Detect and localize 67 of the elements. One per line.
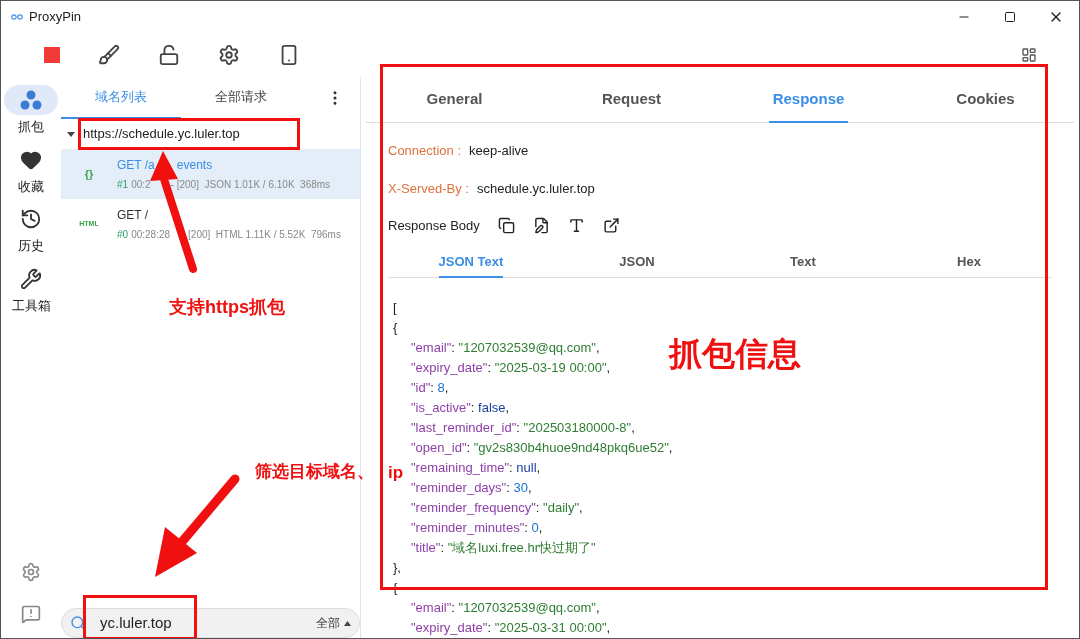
json-line: "reminder_frequency": "daily", [411,498,583,517]
list-tab[interactable]: 全部请求 [181,77,301,119]
search-input[interactable]: yc.luler.top [100,611,210,635]
header-name: X-Served-By : [388,179,469,198]
json-line: "is_active": false, [411,398,510,417]
maximize-icon [1004,11,1016,23]
json-brace: { [393,318,398,337]
filter-dropdown[interactable]: 全部 [316,614,351,632]
body-tab[interactable]: JSON [619,247,655,278]
detail-tab[interactable]: General [422,77,487,123]
annotation-text: ip [388,462,404,484]
header-name: Connection : [388,142,461,160]
request-title: GET /a [117,157,155,174]
header-value: schedule.yc.luler.top [476,179,595,198]
dots-icon [20,90,42,110]
json-brace: }, [393,558,401,577]
settings-icon[interactable] [218,44,240,66]
json-line: "expiry_date": "2025-03-19 00:00", [411,358,611,377]
unlock-icon[interactable] [158,44,180,66]
request-meta: 00:28:28 [131,228,171,242]
request-title: GET / [117,207,149,224]
list-tab[interactable]: 域名列表 [61,77,181,119]
body-tab[interactable]: Text [790,247,816,278]
json-line: "reminder_minutes": 0, [411,518,543,537]
search-icon [70,615,86,631]
nav-item[interactable]: 收藏 [4,144,58,196]
annotation-text: 抓包信息 [669,334,801,374]
json-line: "last_reminder_id": "202503180000-8", [411,418,635,437]
detail-tab[interactable]: Request [597,77,666,123]
json-line: "remaining_time": null, [411,458,541,477]
feedback-icon[interactable] [21,604,41,624]
json-line: "id": 8, [411,378,449,397]
json-line: "expiry_date": "2025-03-31 00:00", [411,618,611,637]
caret-up-icon [344,620,351,626]
open-external-icon[interactable] [602,217,620,235]
request-number: #0 [117,228,129,242]
header-value: keep-alive [469,142,529,160]
body-tab[interactable]: Hex [957,247,981,278]
json-line: "email": "1207032539@qq.com", [411,598,600,617]
request-meta: [200] HTML 1.11K / 5.52K 796ms [188,228,341,242]
request-meta: 00:2 [131,178,151,192]
json-line: "title": "域名luxi.free.hr快过期了" [411,538,596,557]
caret-icon[interactable] [67,130,75,138]
request-meta: - [200] JSON 1.01K / 6.10K 368ms [170,178,331,192]
detail-tab[interactable]: Cookies [952,77,1019,123]
json-line: "email": "1207032539@qq.com", [411,338,600,357]
request-title: events [176,157,213,174]
request-number: #1 [117,178,129,192]
domain-url[interactable]: https://schedule.yc.luler.top [83,124,240,144]
annotation-text: 支持https抓包 [169,296,285,319]
text-format-icon[interactable] [567,217,585,235]
search-field[interactable]: yc.luler.top 全部 [61,608,360,638]
file-type-icon: {} [84,165,94,183]
app-logo-icon [11,14,23,20]
history-icon [20,208,42,230]
layout-icon[interactable] [1021,47,1037,63]
copy-icon[interactable] [497,217,515,235]
tools-icon [20,267,42,290]
json-line: "reminder_days": 30, [411,478,532,497]
json-brace: [ [393,298,397,317]
annotation-text: 筛选目标域名、 [255,461,374,483]
edit-icon[interactable] [532,217,550,235]
window-title: ProxyPin [29,8,82,27]
body-label: Response Body [388,217,480,235]
nav-item[interactable]: 历史 [4,204,58,256]
nav-item[interactable]: 工具箱 [4,263,58,315]
json-line: "open_id": "gv2s830b4huoe9nd48pkq6ue52", [411,438,673,457]
